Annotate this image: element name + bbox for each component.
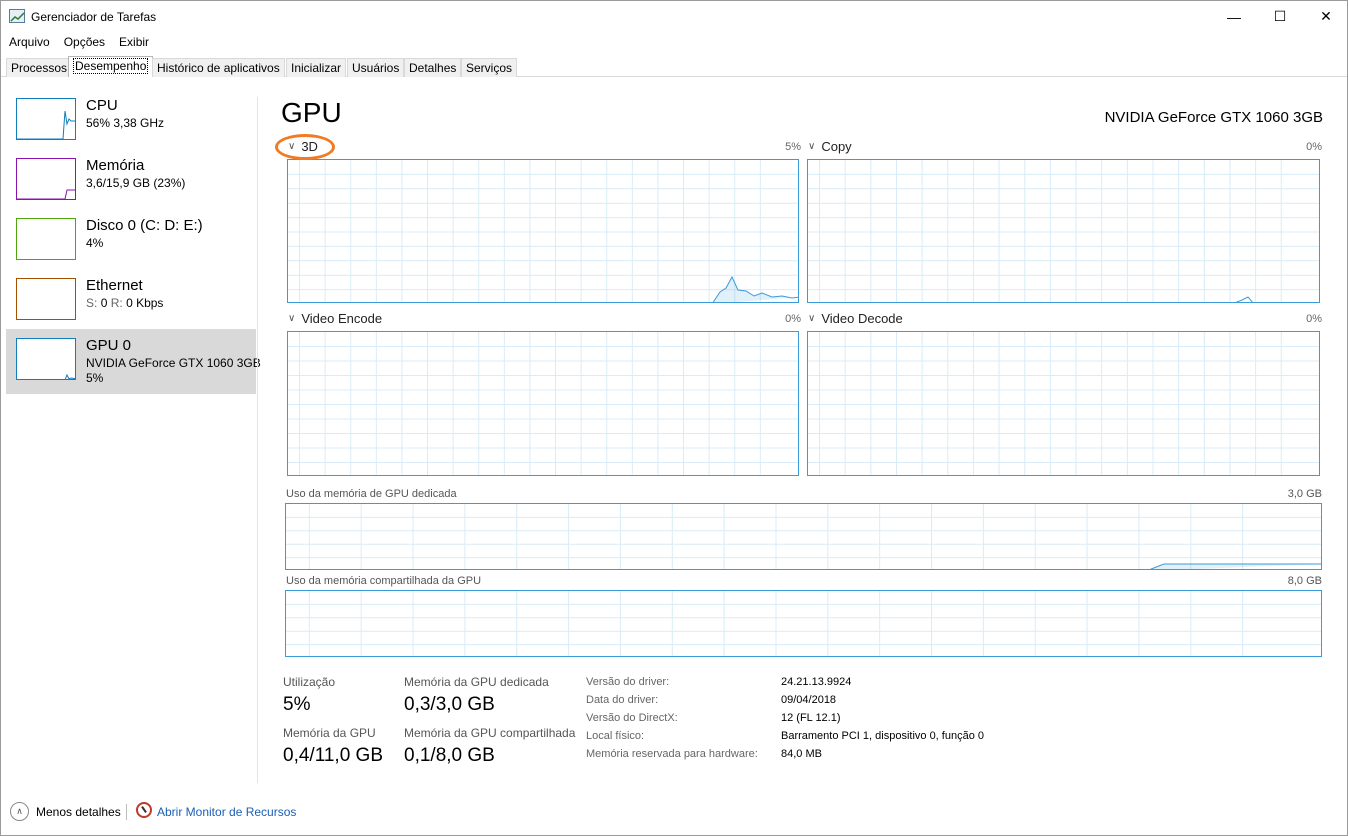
resource-monitor-icon[interactable] <box>136 802 152 818</box>
graph-shared-memory <box>285 590 1322 657</box>
sidebar-item-memoria[interactable]: Memória 3,6/15,9 GB (23%) <box>6 152 256 212</box>
hardware-reserved-memory-label: Memória reservada para hardware: <box>586 748 758 760</box>
panel-divider[interactable] <box>257 97 258 783</box>
driver-date-value: 09/04/2018 <box>781 694 837 706</box>
directx-version-label: Versão do DirectX: <box>586 712 678 724</box>
task-manager-window: Gerenciador de Tarefas — ☐ ✕ Arquivo Opç… <box>0 0 1348 836</box>
footer: ∧ Menos detalhes Abrir Monitor de Recurs… <box>1 797 1347 827</box>
sidebar-item-cpu[interactable]: CPU 56% 3,38 GHz <box>6 92 256 152</box>
title-bar[interactable]: Gerenciador de Tarefas — ☐ ✕ <box>1 1 1347 32</box>
utilization-label: Utilização <box>283 675 336 689</box>
sidebar-item-sub: 56% 3,38 GHz <box>86 116 165 130</box>
minimize-button[interactable]: — <box>1211 1 1257 32</box>
graph-video-decode <box>807 331 1320 476</box>
graph-video-encode <box>287 331 799 476</box>
tab-usuarios[interactable]: Usuários <box>347 58 405 77</box>
tab-desempenho[interactable]: Desempenho <box>68 56 154 77</box>
maximize-button[interactable]: ☐ <box>1257 1 1303 32</box>
graph-dedicated-memory <box>285 503 1322 570</box>
shared-gpu-memory-label: Memória da GPU compartilhada <box>404 726 576 740</box>
graph-pct-video-decode: 0% <box>1306 313 1322 325</box>
sidebar-item-sub: 4% <box>86 236 104 250</box>
sidebar-item-label: CPU <box>86 97 118 114</box>
footer-separator <box>126 804 127 820</box>
shared-memory-max: 8,0 GB <box>1287 575 1322 587</box>
sidebar-item-sub: S: 0 R: 0 Kbps <box>86 296 163 310</box>
cpu-thumbnail <box>16 98 76 140</box>
page-title: GPU <box>281 97 342 128</box>
chevron-down-icon: ∨ <box>808 141 816 152</box>
sidebar-item-gpu[interactable]: GPU 0 NVIDIA GeForce GTX 1060 3GB 5% <box>6 329 261 394</box>
receive-label: R: <box>110 296 123 310</box>
sidebar-item-disco[interactable]: Disco 0 (C: D: E:) 4% <box>6 212 256 272</box>
annotation-highlight <box>275 134 335 160</box>
disk-thumbnail <box>16 218 76 260</box>
gpu-memory-value: 0,4/11,0 GB <box>283 745 383 766</box>
tab-historico[interactable]: Histórico de aplicativos <box>152 58 285 77</box>
gpu-memory-label: Memória da GPU <box>283 726 376 740</box>
tab-inicializar[interactable]: Inicializar <box>286 58 347 77</box>
dedicated-memory-max: 3,0 GB <box>1287 488 1322 500</box>
graph-copy <box>807 159 1320 303</box>
utilization-value: 5% <box>283 694 311 715</box>
task-manager-icon <box>9 9 25 23</box>
sidebar-item-label: GPU 0 <box>86 337 132 354</box>
gpu-device-name: NVIDIA GeForce GTX 1060 3GB <box>1104 109 1323 126</box>
physical-location-label: Local físico: <box>586 730 645 742</box>
shared-memory-label: Uso da memória compartilhada da GPU <box>286 575 482 587</box>
sidebar-item-sub: NVIDIA GeForce GTX 1060 3GB <box>86 356 261 370</box>
driver-version-value: 24.21.13.9924 <box>781 676 852 688</box>
driver-version-label: Versão do driver: <box>586 676 670 688</box>
graph-selector-video-encode[interactable]: ∨ Video Encode <box>288 311 382 326</box>
menu-bar: Arquivo Opções Exibir <box>1 32 1347 52</box>
less-details-button[interactable]: Menos detalhes <box>36 805 121 819</box>
send-label: S: <box>86 296 98 310</box>
graph-3d <box>287 159 799 303</box>
tab-servicos[interactable]: Serviços <box>461 58 518 77</box>
graph-pct-copy: 0% <box>1306 141 1322 153</box>
graph-label-video-decode: Video Decode <box>821 311 903 326</box>
dedicated-gpu-memory-label: Memória da GPU dedicada <box>404 675 549 689</box>
gpu-thumbnail <box>16 338 76 380</box>
graph-pct-video-encode: 0% <box>785 313 801 325</box>
directx-version-value: 12 (FL 12.1) <box>781 712 841 724</box>
open-resource-monitor-link[interactable]: Abrir Monitor de Recursos <box>157 805 296 819</box>
menu-exibir[interactable]: Exibir <box>112 32 156 52</box>
chevron-down-icon: ∨ <box>808 313 816 324</box>
menu-arquivo[interactable]: Arquivo <box>1 32 57 52</box>
graph-selector-video-decode[interactable]: ∨ Video Decode <box>808 311 903 326</box>
sidebar-item-label: Memória <box>86 157 145 174</box>
close-button[interactable]: ✕ <box>1303 1 1348 32</box>
dedicated-gpu-memory-value: 0,3/3,0 GB <box>404 694 495 715</box>
ethernet-thumbnail <box>16 278 76 320</box>
hardware-reserved-memory-value: 84,0 MB <box>781 748 822 760</box>
sidebar-item-label: Ethernet <box>86 277 143 294</box>
graph-label-copy: Copy <box>821 139 852 154</box>
tab-detalhes[interactable]: Detalhes <box>404 58 462 77</box>
sidebar-item-ethernet[interactable]: Ethernet S: 0 R: 0 Kbps <box>6 272 256 332</box>
sidebar-item-label: Disco 0 (C: D: E:) <box>86 217 203 234</box>
graph-label-video-encode: Video Encode <box>301 311 383 326</box>
shared-gpu-memory-value: 0,1/8,0 GB <box>404 745 495 766</box>
usage-trace <box>1235 296 1253 302</box>
tab-desempenho-label: Desempenho <box>73 58 149 74</box>
dedicated-memory-label: Uso da memória de GPU dedicada <box>286 488 457 500</box>
window-title: Gerenciador de Tarefas <box>31 10 157 24</box>
physical-location-value: Barramento PCI 1, dispositivo 0, função … <box>781 730 984 742</box>
chevron-down-icon: ∨ <box>288 313 296 324</box>
send-value: 0 <box>100 296 108 310</box>
sidebar-item-sub: 3,6/15,9 GB (23%) <box>86 176 186 190</box>
sidebar-item-sub2: 5% <box>86 371 104 385</box>
tab-processos[interactable]: Processos <box>6 58 73 77</box>
tab-strip: Processos Desempenho Histórico de aplica… <box>1 56 1347 77</box>
driver-date-label: Data do driver: <box>586 694 659 706</box>
graph-selector-copy[interactable]: ∨ Copy <box>808 139 852 154</box>
memory-thumbnail <box>16 158 76 200</box>
chevron-up-icon[interactable]: ∧ <box>10 802 29 821</box>
menu-opcoes[interactable]: Opções <box>57 32 112 52</box>
graph-pct-3d: 5% <box>785 141 801 153</box>
receive-value: 0 Kbps <box>126 296 164 310</box>
usage-trace <box>1149 563 1321 569</box>
